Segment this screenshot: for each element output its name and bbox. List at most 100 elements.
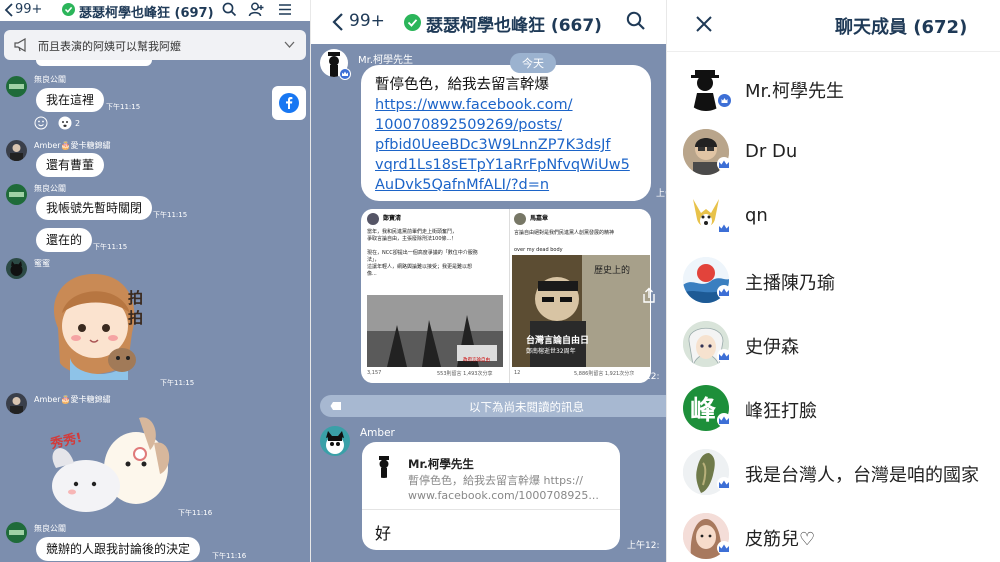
fb-line: 當年，我和民進黨前輩們走上街頭奮鬥， <box>367 229 458 235</box>
announcement-text: 而且表演的阿姨可以幫我阿嬤 <box>38 40 181 53</box>
member-row[interactable]: qn <box>667 187 1000 247</box>
chat-header: 99+ 瑟瑟柯學也峰狂 (667) <box>311 0 666 44</box>
fb-sub: over my dead body <box>514 247 563 253</box>
verified-icon <box>62 3 75 16</box>
member-row[interactable]: 峰 峰狂打臉 <box>667 379 1000 439</box>
back-count[interactable]: 99+ <box>349 11 385 31</box>
image-message[interactable]: 鄭寶清 當年，我和民進黨前輩們走上街頭奮鬥， 爭取言論自由，主張廢除刑法100條… <box>361 209 651 383</box>
member-row[interactable]: 皮筋兒♡ <box>667 507 1000 562</box>
fb-headline-sub: 鄭南榕逝世32周年 <box>526 348 576 355</box>
avatar[interactable] <box>6 393 27 414</box>
quote-name: Mr.柯學先生 <box>408 457 474 471</box>
sticker-girl[interactable]: 拍拍 <box>40 268 160 383</box>
sticker-bunnies[interactable]: 秀秀! <box>44 408 174 516</box>
chat-title: 瑟瑟柯學也峰狂 (667) <box>426 16 602 36</box>
reply-bubble[interactable]: Mr.柯學先生 暫停色色，給我去留言幹爆 https:// www.facebo… <box>362 442 620 550</box>
reaction-count: 2 <box>75 119 81 128</box>
message-bubble[interactable]: 我在這裡 <box>36 88 105 112</box>
sender-name: Amber🎂愛卡糖錦繡 <box>34 395 111 404</box>
back-chevron-icon[interactable] <box>332 12 344 32</box>
members-header: 聊天成員 (672) <box>667 0 1000 52</box>
close-icon[interactable] <box>695 15 713 33</box>
add-friend-icon[interactable] <box>248 2 265 17</box>
member-row[interactable]: 主播陳乃瑜 <box>667 251 1000 311</box>
members-panel: 聊天成員 (672) Mr.柯學先生 Dr Du qn 主播陳乃瑜 史伊森 峰 … <box>667 0 1000 562</box>
post-text: 暫停色色，給我去留言幹爆 <box>375 77 549 93</box>
message-time: 上午1 <box>656 189 666 199</box>
member-row[interactable]: 我是台灣人，台灣是咱的國家 <box>667 443 1000 503</box>
chevron-down-icon[interactable] <box>284 41 295 49</box>
post-link[interactable]: https://www.facebook.com/ 10007089250926… <box>375 95 637 195</box>
reaction-add-icon[interactable] <box>34 116 48 130</box>
reply-quote[interactable]: Mr.柯學先生 暫停色色，給我去留言幹爆 https:// www.facebo… <box>362 442 620 510</box>
message-bubble[interactable]: 我帳號先暫時關閉 <box>36 196 153 220</box>
search-icon[interactable] <box>626 11 646 31</box>
link-line[interactable]: https://www.facebook.com/ <box>375 95 637 115</box>
sender-name: 無良公關 <box>34 524 66 533</box>
fb-likes: 3,157 <box>367 370 382 376</box>
back-count[interactable]: 99+ <box>15 2 42 17</box>
announcement-bar[interactable]: 而且表演的阿姨可以幫我阿嬤 <box>4 30 306 60</box>
sticker-text: 拍拍 <box>128 289 144 327</box>
crown-icon <box>717 285 731 299</box>
fb-post-text: 當年，我和民進黨前輩們走上街頭奮鬥， 爭取言論自由，主張廢除刑法100條...！… <box>367 229 478 278</box>
message-time: 下午11:15 <box>106 103 141 111</box>
share-icon[interactable] <box>641 287 657 304</box>
message-bubble-post[interactable]: 暫停色色，給我去留言幹爆 https://www.facebook.com/ 1… <box>361 65 651 201</box>
fb-post-left: 鄭寶清 當年，我和民進黨前輩們走上街頭奮鬥， 爭取言論自由，主張廢除刑法100條… <box>363 209 507 383</box>
link-line[interactable]: AuDvk5QafnMfALI/?d=n <box>375 175 637 195</box>
fb-stats: 5,886則留言 1,921次分享 <box>574 371 635 377</box>
message-bubble[interactable]: 還在的 <box>36 228 93 252</box>
back-chevron-icon[interactable] <box>4 3 14 17</box>
link-line[interactable]: 100070892509269/posts/ <box>375 115 637 135</box>
fb-line <box>367 243 478 250</box>
sender-name: Amber🎂愛卡糖錦繡 <box>34 141 111 150</box>
avatar[interactable] <box>6 258 27 279</box>
quote-line: www.facebook.com/1000708925... <box>408 489 599 502</box>
avatar[interactable] <box>6 522 27 543</box>
link-line[interactable]: vqrd1Ls18sETpY1aRrFpNfvqWiUw5 <box>375 155 637 175</box>
fb-line: 現在，NCC卻提出一個高度爭議的「數位中介服務 <box>367 250 478 256</box>
sender-name: Mr.柯學先生 <box>358 55 413 66</box>
menu-icon[interactable] <box>278 2 292 16</box>
chat-panel-middle: 99+ 瑟瑟柯學也峰狂 (667) Mr.柯學先生 暫停色色，給我去留言幹爆 h… <box>311 0 666 562</box>
chat-title: 瑟瑟柯學也峰狂 (697) <box>79 6 214 21</box>
member-name: 主播陳乃瑜 <box>745 273 835 294</box>
fb-line: 法」， <box>367 257 380 263</box>
fb-photo: 歷史上的 台灣言論自由日 鄭南榕逝世32周年 <box>512 255 650 367</box>
message-bubble[interactable]: 競辦的人跟我討論後的決定 <box>36 537 201 561</box>
crown-icon <box>717 221 731 235</box>
quote-line: 暫停色色，給我去留言幹爆 https:// <box>408 474 583 487</box>
date-divider: 今天 <box>510 53 556 73</box>
member-row[interactable]: Mr.柯學先生 <box>667 59 1000 119</box>
avatar[interactable] <box>6 140 27 161</box>
crown-icon <box>339 68 351 80</box>
fb-line: 這讓年輕人，網路輿論難以接受；我更是難以想 <box>367 264 473 270</box>
member-name: 史伊森 <box>745 337 799 358</box>
avatar[interactable] <box>6 184 27 205</box>
reaction-emoji-icon[interactable] <box>58 116 72 130</box>
chat-panel-left: 99+ 瑟瑟柯學也峰狂 (697) 而且表演的阿姨可以幫我阿嬤 無良公關 我在這… <box>0 0 310 562</box>
avatar[interactable] <box>6 76 27 97</box>
member-name: 我是台灣人，台灣是咱的國家 <box>745 465 979 486</box>
quote-text: 暫停色色，給我去留言幹爆 https:// www.facebook.com/1… <box>408 473 599 503</box>
fb-post-text: 言論自由絕對是我們民進黨人創黨發展的精神 <box>514 230 615 236</box>
unread-label: 以下為尚未閱讀的訊息 <box>469 400 584 414</box>
message-time: 下午11:16 <box>212 552 247 560</box>
member-row[interactable]: 史伊森 <box>667 315 1000 375</box>
avatar[interactable] <box>320 426 350 456</box>
member-name: Mr.柯學先生 <box>745 81 844 102</box>
link-line[interactable]: pfbid0UeeBDc3W9LnnZP7K3dsJf <box>375 135 637 155</box>
message-time: 下午11:15 <box>93 243 128 251</box>
sender-name: Amber <box>360 427 395 439</box>
crown-icon <box>717 477 731 491</box>
facebook-button[interactable] <box>272 86 306 120</box>
member-name: Dr Du <box>745 141 798 162</box>
quote-avatar <box>372 454 396 478</box>
fb-line: 爭取言論自由，主張廢除刑法100條...！ <box>367 236 457 242</box>
verified-icon <box>404 14 421 31</box>
message-bubble[interactable]: 還有曹董 <box>36 153 105 177</box>
search-icon[interactable] <box>222 2 237 17</box>
member-row[interactable]: Dr Du <box>667 123 1000 183</box>
fb-photo-text: 歷史上的 <box>594 266 631 276</box>
